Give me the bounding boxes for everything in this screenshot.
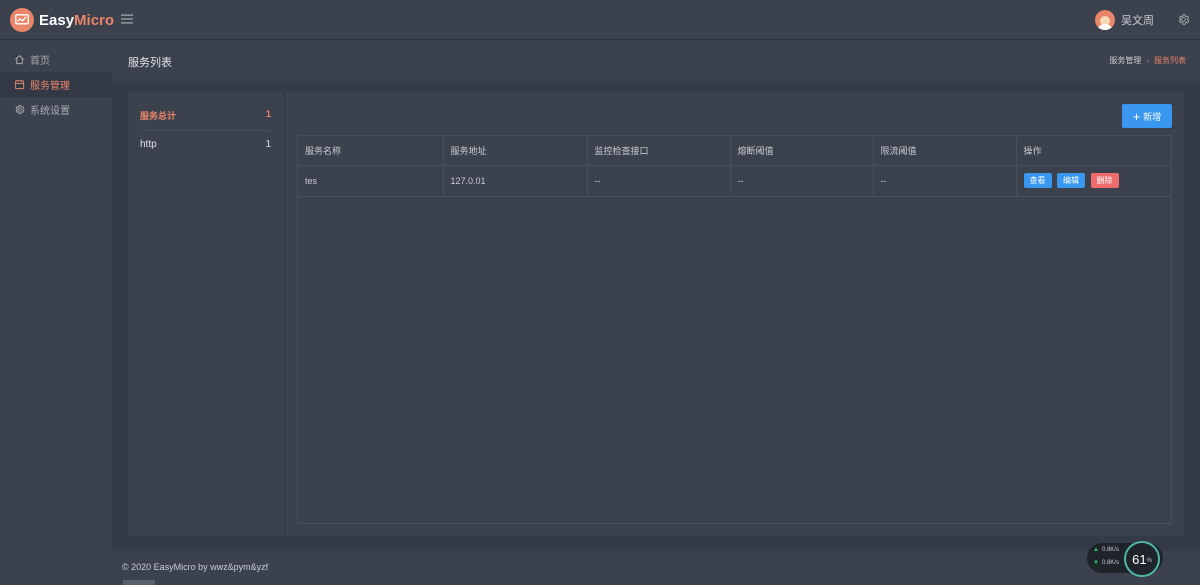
sidebar-item-label: 首页 (30, 56, 50, 67)
app-title: EasyMicro (39, 11, 115, 29)
column-header-health-check: 监控检查接口 (587, 136, 731, 166)
breadcrumb-item-current: 服务列表 (1154, 56, 1186, 65)
stat-divider (140, 130, 271, 131)
breadcrumb-item-parent[interactable]: 服务管理 (1109, 55, 1141, 66)
view-button[interactable]: 查看 (1023, 173, 1052, 188)
delete-button[interactable]: 删除 (1090, 173, 1119, 188)
download-speed: ▼ 0.8 K/s (1093, 560, 1119, 566)
chevron-right-icon: › (1146, 56, 1149, 65)
cell-service-name: tes (298, 165, 444, 197)
main-panel: 服务总计 1 http 1 + 新增 服务名称 服务地址 监控检查接口 熔断阈值… (128, 92, 1184, 536)
copyright-text: © 2020 EasyMicro by wwz&pym&yzf (122, 562, 269, 572)
top-bar: EasyMicro 吴文周 (0, 0, 1200, 40)
cell-rate-threshold: -- (873, 165, 1017, 197)
cell-actions: 查看 编辑 删除 (1016, 165, 1171, 197)
usage-percent: 61 (1132, 551, 1147, 567)
plus-icon: + (1132, 108, 1141, 124)
column-header-address: 服务地址 (443, 136, 588, 166)
horizontal-scrollbar[interactable] (123, 580, 155, 585)
sidebar-item-label: 系统设置 (30, 106, 70, 117)
cell-health-check: -- (587, 165, 731, 197)
sidebar-item-service-management[interactable]: 服务管理 (0, 72, 112, 97)
column-header-circuit-threshold: 熔断阈值 (730, 136, 874, 166)
stat-total-label: 服务总计 (140, 111, 177, 121)
calendar-icon (14, 79, 25, 90)
home-icon (14, 54, 25, 65)
column-header-actions: 操作 (1016, 136, 1171, 166)
service-stats: 服务总计 1 http 1 (128, 92, 285, 536)
table-row: tes 127.0.01 -- -- -- 查看 编辑 删除 (298, 165, 1171, 197)
logo-chart-icon (10, 8, 34, 32)
arrow-down-icon: ▼ (1093, 560, 1099, 566)
stat-total-count: 1 (265, 109, 271, 119)
breadcrumb: 服务管理 › 服务列表 (1109, 55, 1186, 66)
upload-speed-value: 0.8 (1101, 547, 1111, 553)
upload-speed-unit: K/s (1110, 547, 1119, 553)
stat-type-label: http (140, 139, 157, 150)
menu-toggle-icon[interactable] (121, 13, 133, 27)
settings-gear-icon[interactable] (1177, 13, 1190, 29)
sidebar-item-label: 服务管理 (30, 81, 70, 92)
add-service-button[interactable]: + 新增 (1122, 104, 1172, 128)
sidebar-item-home[interactable]: 首页 (0, 47, 112, 72)
sidebar-item-system-settings[interactable]: 系统设置 (0, 97, 112, 122)
sidebar: 首页 服务管理 系统设置 (0, 40, 112, 585)
avatar (1095, 10, 1115, 30)
app-logo[interactable]: EasyMicro (10, 8, 114, 32)
download-speed-unit: K/s (1110, 560, 1119, 566)
user-name: 吴文周 (1121, 15, 1154, 27)
table-header-row: 服务名称 服务地址 监控检查接口 熔断阈值 限流阈值 操作 (298, 136, 1171, 166)
gear-icon (14, 104, 25, 115)
upload-speed: ▲ 0.8 K/s (1093, 547, 1119, 553)
footer: © 2020 EasyMicro by wwz&pym&yzf (112, 551, 1200, 585)
download-speed-value: 0.8 (1101, 560, 1111, 566)
add-button-label: 新增 (1143, 111, 1162, 122)
usage-percent-unit: % (1146, 558, 1152, 564)
page-title: 服务列表 (128, 57, 172, 69)
edit-button[interactable]: 编辑 (1057, 173, 1086, 188)
stat-total-row[interactable]: 服务总计 1 (140, 109, 271, 122)
column-header-rate-threshold: 限流阈值 (873, 136, 1017, 166)
stat-http-row[interactable]: http 1 (140, 139, 271, 150)
usage-gauge[interactable]: 61 % (1124, 541, 1160, 577)
service-table: 服务名称 服务地址 监控检查接口 熔断阈值 限流阈值 操作 tes 127.0.… (297, 135, 1172, 524)
stat-type-count: 1 (265, 139, 271, 150)
arrow-up-icon: ▲ (1093, 547, 1099, 553)
cell-circuit-threshold: -- (730, 165, 874, 197)
content-header: 服务列表 服务管理 › 服务列表 (112, 40, 1200, 81)
column-header-name: 服务名称 (298, 136, 444, 166)
cell-service-address: 127.0.01 (443, 165, 588, 197)
user-menu[interactable]: 吴文周 (1095, 10, 1154, 30)
